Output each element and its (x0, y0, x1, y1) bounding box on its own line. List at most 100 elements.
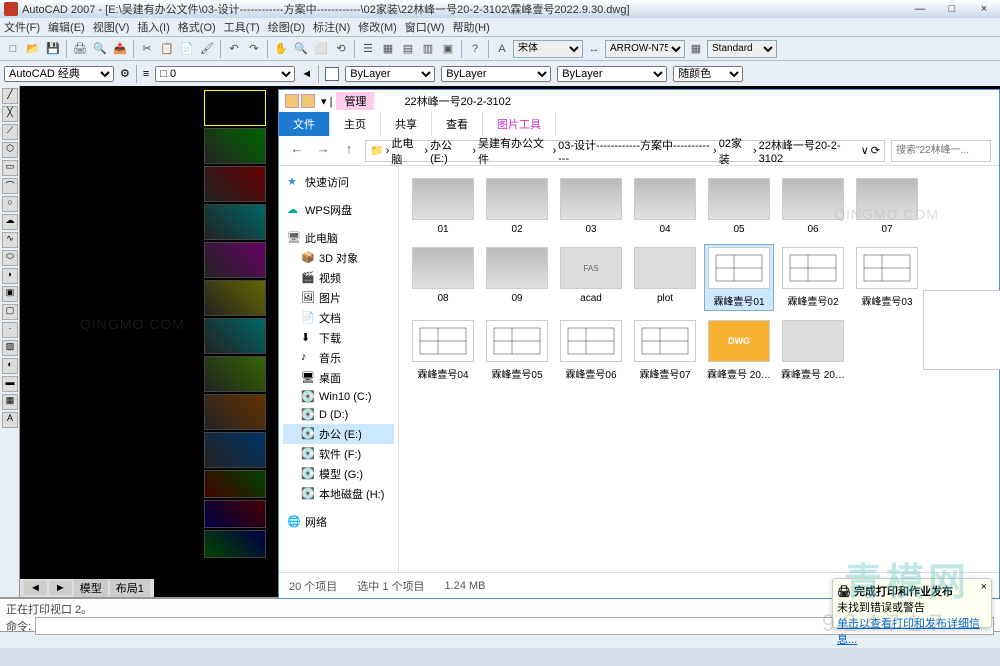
sheet-thumb[interactable] (204, 280, 266, 316)
polygon-icon[interactable]: ⬡ (2, 142, 18, 158)
copy-icon[interactable]: 📋 (158, 40, 176, 58)
spline-icon[interactable]: ∿ (2, 232, 18, 248)
tab-home[interactable]: 主页 (330, 112, 381, 136)
sidebar-wps[interactable]: ☁WPS网盘 (283, 200, 394, 220)
ellipse-icon[interactable]: ⬭ (2, 250, 18, 266)
new-icon[interactable]: □ (4, 40, 22, 58)
explorer-file-list[interactable]: QINGMO.COM 010203040506070809FASacadplot… (399, 166, 999, 572)
up-icon[interactable]: ↑ (339, 141, 359, 161)
crumb-item[interactable]: 22林峰一号20-2-3102 (759, 137, 859, 165)
block-icon[interactable]: ▢ (2, 304, 18, 320)
tab-image-tools[interactable]: 图片工具 (483, 112, 556, 136)
crumb-item[interactable]: 03-设计------------方案中------------- (558, 137, 711, 165)
tab-file[interactable]: 文件 (279, 112, 330, 136)
file-item[interactable]: 霖峰壹号01 (705, 245, 773, 310)
sheet-thumb[interactable] (204, 204, 266, 240)
sidebar-music[interactable]: ♪音乐 (283, 348, 394, 368)
sidebar-documents[interactable]: 📄文档 (283, 308, 394, 328)
zoom-prev-icon[interactable]: ⟲ (332, 40, 350, 58)
sheet-thumb[interactable] (204, 432, 266, 468)
save-icon[interactable]: 💾 (44, 40, 62, 58)
sheet-thumb[interactable] (204, 166, 266, 202)
crumb-item[interactable]: 02家装 (719, 135, 751, 167)
manage-tab[interactable]: 管理 (336, 92, 374, 110)
menu-draw[interactable]: 绘图(D) (268, 19, 305, 35)
color-swatch[interactable] (325, 67, 339, 81)
sidebar-network[interactable]: 🌐网络 (283, 512, 394, 532)
menu-help[interactable]: 帮助(H) (453, 19, 490, 35)
sidebar-drive-c[interactable]: 💽Win10 (C:) (283, 388, 394, 406)
xline-icon[interactable]: ╳ (2, 106, 18, 122)
menu-tools[interactable]: 工具(T) (224, 19, 260, 35)
file-item[interactable]: 霖峰壹号06 (557, 318, 625, 383)
crumb-item[interactable]: 吴建有办公文件 (478, 135, 550, 167)
properties-icon[interactable]: ☰ (359, 40, 377, 58)
sidebar-drive-g[interactable]: 💽模型 (G:) (283, 464, 394, 484)
file-item[interactable]: 霖峰壹号03 (853, 245, 921, 310)
sidebar-3d[interactable]: 📦3D 对象 (283, 248, 394, 268)
style-select[interactable]: Standard (707, 40, 777, 58)
sidebar-drive-h[interactable]: 💽本地磁盘 (H:) (283, 484, 394, 504)
plotstyle-select[interactable]: 随颜色 (673, 66, 743, 82)
workspace-settings-icon[interactable]: ⚙ (120, 67, 130, 80)
file-item[interactable]: 08 (409, 245, 477, 310)
breadcrumb[interactable]: 📁 ›此电脑 ›办公 (E:) ›吴建有办公文件 ›03-设计---------… (365, 140, 885, 162)
menu-file[interactable]: 文件(F) (4, 19, 40, 35)
crumb-item[interactable]: 此电脑 (391, 135, 422, 167)
layer-select[interactable]: □ 0 (155, 66, 295, 82)
menu-view[interactable]: 视图(V) (93, 19, 130, 35)
file-item[interactable]: 02 (483, 176, 551, 237)
workspace-select[interactable]: AutoCAD 经典 (4, 66, 114, 82)
color-select[interactable]: ByLayer (345, 66, 435, 82)
file-item[interactable]: 05 (705, 176, 773, 237)
sheet-thumb[interactable] (204, 356, 266, 392)
sheet-thumb[interactable] (204, 318, 266, 354)
tab-prev-icon[interactable]: ◄ (24, 581, 47, 595)
model-tab[interactable]: 模型 (74, 579, 108, 597)
file-item[interactable]: 霖峰壹号04 (409, 318, 477, 383)
refresh-icon[interactable]: ⟳ (871, 144, 880, 157)
file-item[interactable]: 霖峰壹号 2022.9.30.dwl (779, 318, 847, 383)
line-icon[interactable]: ╱ (2, 88, 18, 104)
menu-window[interactable]: 窗口(W) (405, 19, 445, 35)
point-icon[interactable]: · (2, 322, 18, 338)
table-icon[interactable]: ▦ (2, 394, 18, 410)
sidebar-quick-access[interactable]: ★快速访问 (283, 172, 394, 192)
insert-icon[interactable]: ▣ (2, 286, 18, 302)
file-item[interactable]: 09 (483, 245, 551, 310)
sheet-thumb[interactable] (204, 500, 266, 528)
hatch-icon[interactable]: ▨ (2, 340, 18, 356)
file-item[interactable]: FASacad (557, 245, 625, 310)
file-item[interactable]: plot (631, 245, 699, 310)
crumb-item[interactable]: 办公 (E:) (430, 137, 470, 165)
cut-icon[interactable]: ✂ (138, 40, 156, 58)
back-icon[interactable]: ← (287, 141, 307, 161)
print-icon[interactable]: 🖨 (71, 40, 89, 58)
sheet-icon[interactable]: ▥ (419, 40, 437, 58)
sheet-thumb[interactable] (204, 242, 266, 278)
file-item[interactable]: 03 (557, 176, 625, 237)
tab-view[interactable]: 查看 (432, 112, 483, 136)
arc-icon[interactable]: ⌒ (2, 178, 18, 194)
lineweight-select[interactable]: ByLayer (557, 66, 667, 82)
sidebar-downloads[interactable]: ⬇下载 (283, 328, 394, 348)
file-item[interactable]: 霖峰壹号02 (779, 245, 847, 310)
file-item[interactable]: 04 (631, 176, 699, 237)
circle-icon[interactable]: ○ (2, 196, 18, 212)
design-center-icon[interactable]: ▦ (379, 40, 397, 58)
sidebar-desktop[interactable]: 🖥桌面 (283, 368, 394, 388)
sheet-thumb[interactable] (204, 90, 266, 126)
pan-icon[interactable]: ✋ (272, 40, 290, 58)
notification-close-icon[interactable]: × (981, 581, 987, 593)
sidebar-drive-f[interactable]: 💽软件 (F:) (283, 444, 394, 464)
rect-icon[interactable]: ▭ (2, 160, 18, 176)
ellipse-arc-icon[interactable]: ◗ (2, 268, 18, 284)
open-icon[interactable]: 📂 (24, 40, 42, 58)
tool-palette-icon[interactable]: ▤ (399, 40, 417, 58)
sheet-thumb[interactable] (204, 394, 266, 430)
close-button[interactable]: × (972, 3, 996, 15)
menu-format[interactable]: 格式(O) (178, 19, 216, 35)
file-item[interactable]: 01 (409, 176, 477, 237)
match-icon[interactable]: 🖌 (198, 40, 216, 58)
sidebar-this-pc[interactable]: 🖥此电脑 (283, 228, 394, 248)
